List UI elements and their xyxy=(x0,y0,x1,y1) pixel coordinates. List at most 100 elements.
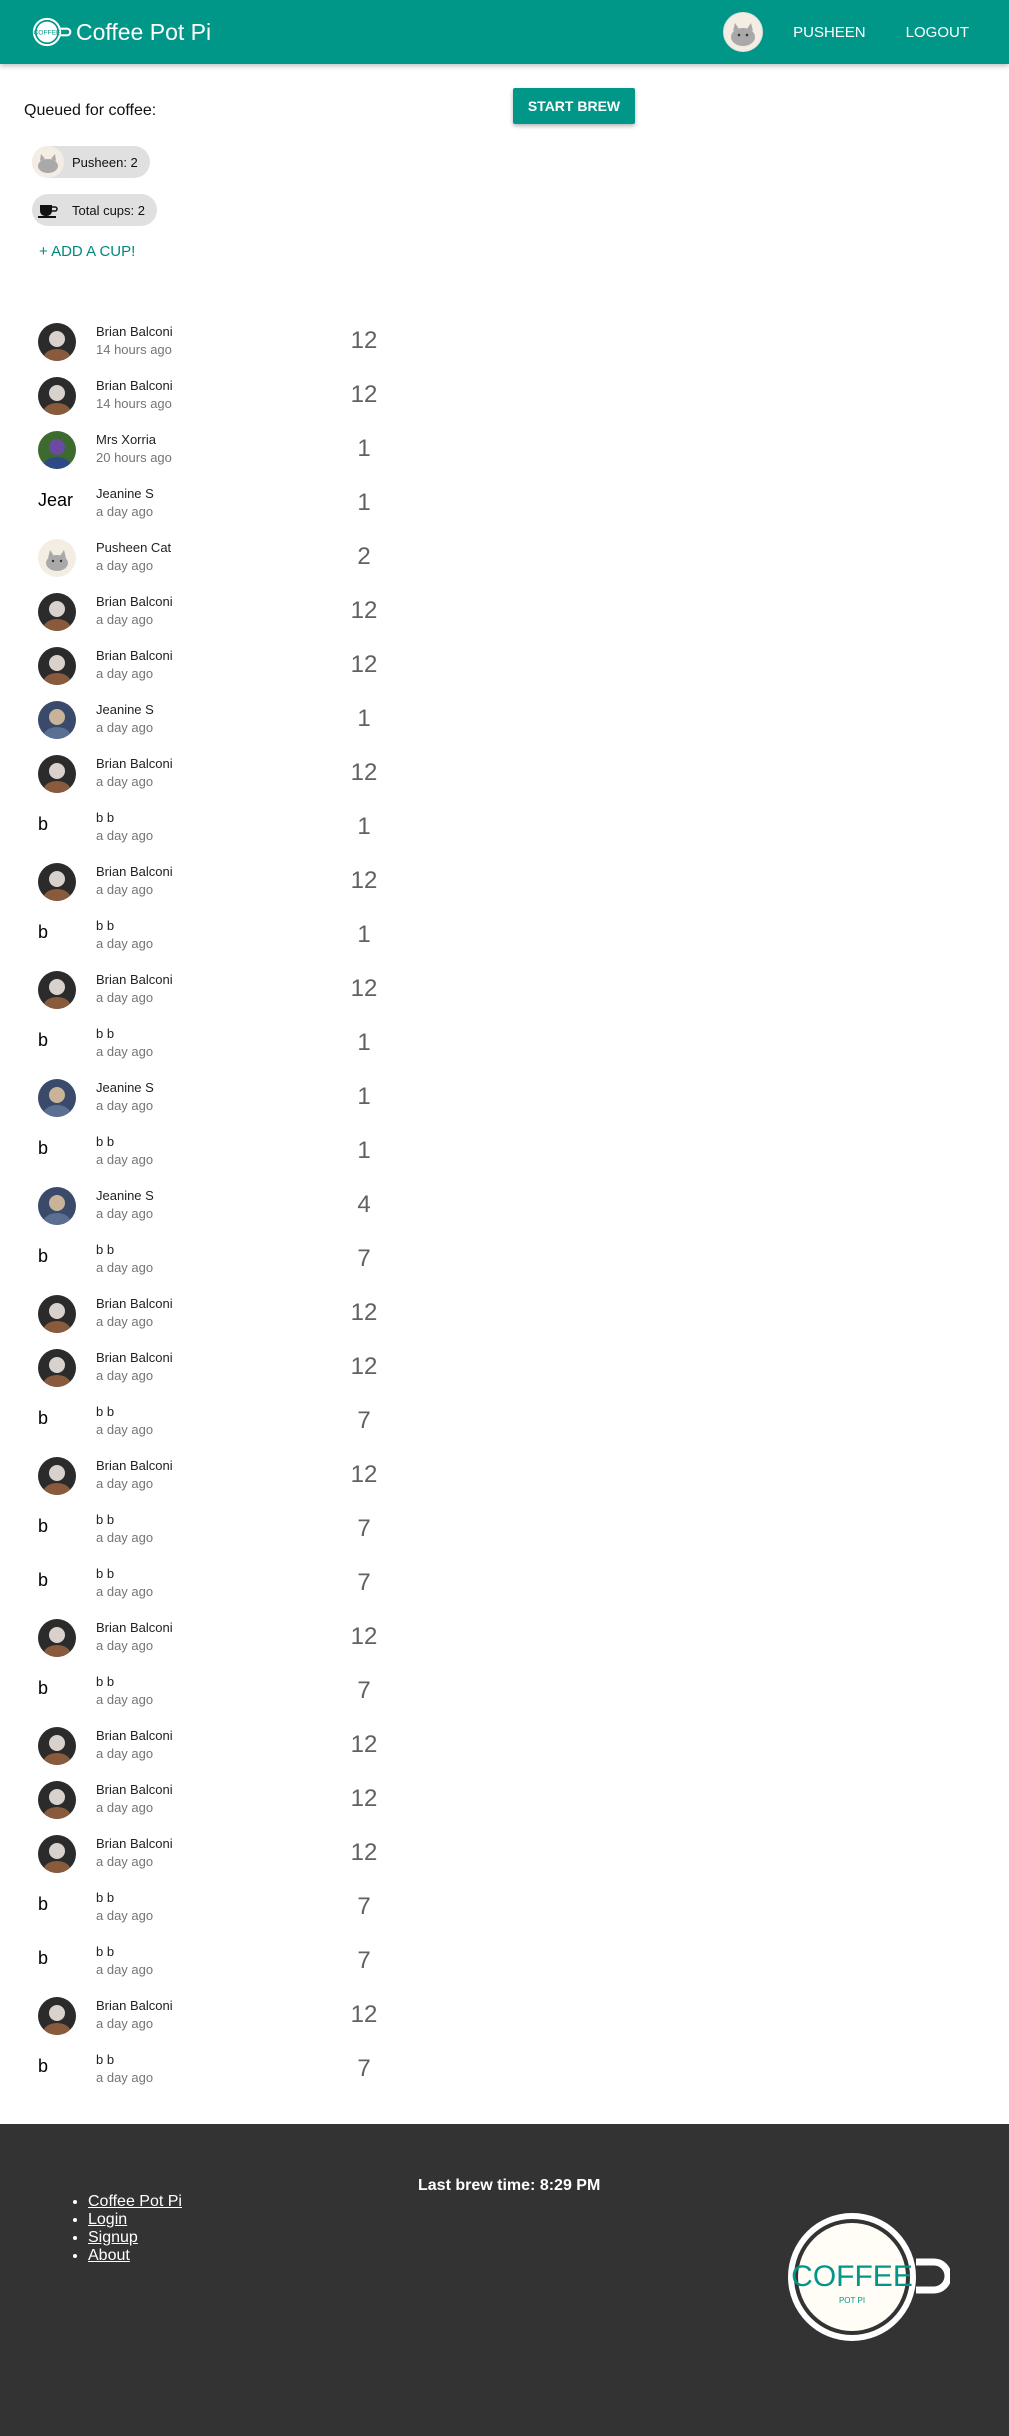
brew-timestamp: a day ago xyxy=(96,828,154,843)
queue-chip-label: Pusheen: 2 xyxy=(72,154,138,170)
user-avatar xyxy=(38,593,76,631)
brew-cup-count: 12 xyxy=(350,1299,378,1326)
brew-cup-count: 12 xyxy=(350,381,378,408)
brew-timestamp: a day ago xyxy=(96,1206,154,1221)
queue-chip-user: Pusheen: 2 xyxy=(32,146,150,178)
brew-user-name: b b xyxy=(96,2052,115,2067)
brew-user-name: b b xyxy=(96,1026,115,1041)
brew-cup-count: 12 xyxy=(350,1353,378,1380)
coffee-cup-logo-icon: COFFEE xyxy=(32,17,72,47)
user-avatar[interactable] xyxy=(723,12,764,52)
user-avatar xyxy=(38,539,76,577)
brew-row: Brian Balconi a day ago 12 xyxy=(0,639,420,693)
user-initials-avatar: b xyxy=(38,1678,49,1698)
brew-row: b b b a day ago 1 xyxy=(0,801,420,855)
brew-cup-count: 12 xyxy=(350,867,378,894)
brew-timestamp: a day ago xyxy=(96,1584,154,1599)
brew-cup-count: 12 xyxy=(350,327,378,354)
brew-timestamp: a day ago xyxy=(96,1044,154,1059)
page-footer: Coffee Pot Pi Login Signup About Last br… xyxy=(0,2124,1009,2436)
brew-timestamp: a day ago xyxy=(96,990,154,1005)
brand-home-link[interactable]: COFFEE Coffee Pot Pi xyxy=(32,12,211,52)
footer-link-login[interactable]: Login xyxy=(88,2211,127,2228)
brew-row: b b b a day ago 7 xyxy=(0,1881,420,1935)
brew-row: Brian Balconi a day ago 12 xyxy=(0,1287,420,1341)
footer-link-item: Coffee Pot Pi xyxy=(88,2193,182,2211)
logout-link[interactable]: LOGOUT xyxy=(886,24,1009,41)
user-avatar xyxy=(38,1187,76,1225)
brew-timestamp: a day ago xyxy=(96,1638,154,1653)
footer-link-about[interactable]: About xyxy=(88,2247,130,2264)
brew-user-name: Brian Balconi xyxy=(96,324,173,339)
user-avatar xyxy=(38,1997,76,2035)
brew-row: b b b a day ago 7 xyxy=(0,1935,420,1989)
brew-row: Brian Balconi a day ago 12 xyxy=(0,1611,420,1665)
user-avatar xyxy=(38,863,76,901)
brew-user-name: Brian Balconi xyxy=(96,594,173,609)
brew-cup-count: 7 xyxy=(357,1893,371,1920)
brew-row: b b b a day ago 1 xyxy=(0,1125,420,1179)
brew-row: Jear Jeanine S a day ago 1 xyxy=(0,477,420,531)
brew-cup-count: 7 xyxy=(357,1245,371,1272)
brew-user-name: Pusheen Cat xyxy=(96,540,172,555)
user-avatar xyxy=(38,1457,76,1495)
brew-user-name: b b xyxy=(96,1242,115,1257)
user-initials-avatar: b xyxy=(38,1408,49,1428)
brew-timestamp: a day ago xyxy=(96,2016,154,2031)
brew-timestamp: 14 hours ago xyxy=(96,396,172,411)
user-initials-avatar: b xyxy=(38,814,49,834)
brew-timestamp: a day ago xyxy=(96,720,154,735)
brew-cup-count: 12 xyxy=(350,597,378,624)
user-avatar xyxy=(38,1727,76,1765)
user-initials-avatar: b xyxy=(38,2056,49,2076)
brew-timestamp: a day ago xyxy=(96,1962,154,1977)
add-cup-button[interactable]: + ADD A CUP! xyxy=(39,243,135,260)
brew-timestamp: 20 hours ago xyxy=(96,450,172,465)
user-initials-avatar: b xyxy=(38,1948,49,1968)
queue-chip-label: Total cups: 2 xyxy=(72,202,145,218)
brew-timestamp: 14 hours ago xyxy=(96,342,172,357)
start-brew-button[interactable]: START BREW xyxy=(513,88,635,124)
brew-timestamp: a day ago xyxy=(96,1422,154,1437)
brew-user-name: Brian Balconi xyxy=(96,864,173,879)
footer-logo-text: COFFEE xyxy=(791,2260,913,2293)
user-avatar xyxy=(38,377,76,415)
user-avatar xyxy=(38,431,76,469)
brew-timestamp: a day ago xyxy=(96,882,154,897)
brew-cup-count: 12 xyxy=(350,1839,378,1866)
footer-link-home[interactable]: Coffee Pot Pi xyxy=(88,2193,182,2210)
brew-timestamp: a day ago xyxy=(96,1692,154,1707)
brew-timestamp: a day ago xyxy=(96,558,154,573)
top-app-bar: COFFEE Coffee Pot Pi PUSHEEN LOGOUT xyxy=(0,0,1009,64)
brew-timestamp: a day ago xyxy=(96,1314,154,1329)
brew-timestamp: a day ago xyxy=(96,1746,154,1761)
brew-cup-count: 7 xyxy=(357,1569,371,1596)
brew-user-name: Brian Balconi xyxy=(96,1782,173,1797)
footer-link-signup[interactable]: Signup xyxy=(88,2229,138,2246)
brew-user-name: b b xyxy=(96,1566,115,1581)
user-initials-avatar: b xyxy=(38,1138,49,1158)
brew-user-name: b b xyxy=(96,1674,115,1689)
footer-link-item: About xyxy=(88,2247,182,2265)
user-avatar xyxy=(38,1349,76,1387)
brew-cup-count: 1 xyxy=(357,435,371,462)
brew-user-name: Mrs Xorria xyxy=(96,432,156,447)
brew-user-name: Brian Balconi xyxy=(96,1350,173,1365)
brew-row: Brian Balconi a day ago 12 xyxy=(0,1989,420,2043)
brew-cup-count: 7 xyxy=(357,1515,371,1542)
app-title: Coffee Pot Pi xyxy=(76,18,212,45)
brew-user-name: b b xyxy=(96,918,115,933)
brew-row: Brian Balconi a day ago 12 xyxy=(0,1827,420,1881)
brew-cup-count: 7 xyxy=(357,1677,371,1704)
user-initials-avatar: Jear xyxy=(38,490,74,510)
brew-row: Pusheen Cat a day ago 2 xyxy=(0,531,420,585)
logo-text: COFFEE xyxy=(34,30,62,37)
brew-user-name: Brian Balconi xyxy=(96,648,173,663)
brew-row: b b b a day ago 1 xyxy=(0,909,420,963)
brew-cup-count: 12 xyxy=(350,1461,378,1488)
nav-user-link[interactable]: PUSHEEN xyxy=(773,24,886,41)
queue-chip-total: Total cups: 2 xyxy=(32,194,157,226)
brew-timestamp: a day ago xyxy=(96,1800,154,1815)
brew-cup-count: 12 xyxy=(350,1731,378,1758)
user-avatar xyxy=(38,647,76,685)
